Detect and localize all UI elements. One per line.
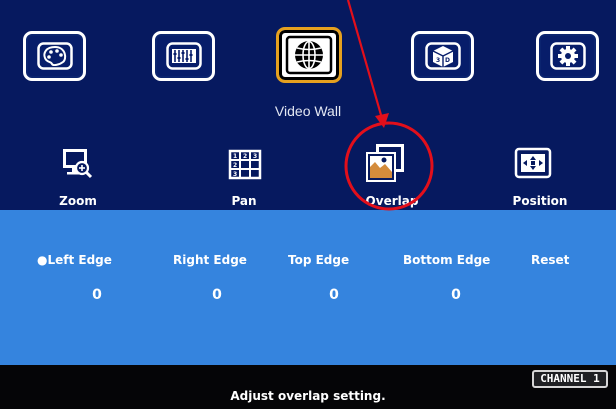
gear-icon — [549, 42, 586, 70]
svg-text:1: 1 — [233, 153, 237, 160]
overlap-image-icon — [366, 144, 404, 182]
help-text: Adjust overlap setting. — [230, 389, 386, 403]
bottom-edge-option[interactable]: Bottom Edge — [403, 253, 490, 267]
svg-text:3: 3 — [436, 57, 440, 64]
zoom-icon — [63, 149, 93, 179]
svg-text:3: 3 — [233, 171, 237, 178]
main-menu-item-video-wall[interactable] — [276, 27, 342, 83]
position-arrows-icon — [514, 147, 552, 179]
sub-menu-label-position: Position — [512, 194, 568, 208]
left-edge-option[interactable]: ●Left Edge — [37, 253, 112, 267]
reset-option[interactable]: Reset — [531, 253, 569, 267]
equalizer-icon — [165, 42, 202, 70]
sub-menu-item-position[interactable] — [514, 146, 552, 180]
bottom-edge-value: 0 — [451, 287, 461, 303]
main-menu-area: 3 D Video Wall 1 2 3 2 3 Zoom Pan Overla… — [0, 0, 616, 210]
sub-menu-label-pan: Pan — [231, 194, 257, 208]
grid-pan-icon: 123 2 3 — [228, 149, 262, 180]
left-edge-value: 0 — [92, 287, 102, 303]
osd-menu-screen: 3 D Video Wall 1 2 3 2 3 Zoom Pan Overla… — [0, 0, 616, 409]
svg-text:2: 2 — [233, 162, 237, 169]
main-menu-item-3d[interactable]: 3 D — [411, 31, 474, 81]
globe-icon — [285, 35, 333, 75]
main-menu-item-picture-adjust[interactable] — [152, 31, 215, 81]
right-edge-option[interactable]: Right Edge — [173, 253, 247, 267]
top-edge-value: 0 — [329, 287, 339, 303]
sub-menu-item-pan[interactable]: 123 2 3 — [228, 148, 262, 182]
palette-icon — [36, 42, 73, 70]
sub-menu-label-overlap: Overlap — [365, 194, 419, 208]
main-menu-item-palette[interactable] — [23, 31, 86, 81]
top-edge-option[interactable]: Top Edge — [288, 253, 349, 267]
sub-menu-item-overlap[interactable] — [362, 142, 408, 186]
svg-text:3: 3 — [253, 153, 257, 160]
sub-menu-label-zoom: Zoom — [59, 194, 97, 208]
main-menu-item-settings[interactable] — [536, 31, 599, 81]
svg-text:D: D — [445, 57, 450, 64]
sub-menu-item-zoom[interactable] — [60, 147, 94, 181]
right-edge-value: 0 — [212, 287, 222, 303]
cube-3d-icon: 3 D — [424, 42, 461, 70]
channel-badge: CHANNEL 1 — [532, 370, 608, 388]
main-menu-title: Video Wall — [274, 103, 342, 119]
svg-text:2: 2 — [243, 153, 247, 160]
